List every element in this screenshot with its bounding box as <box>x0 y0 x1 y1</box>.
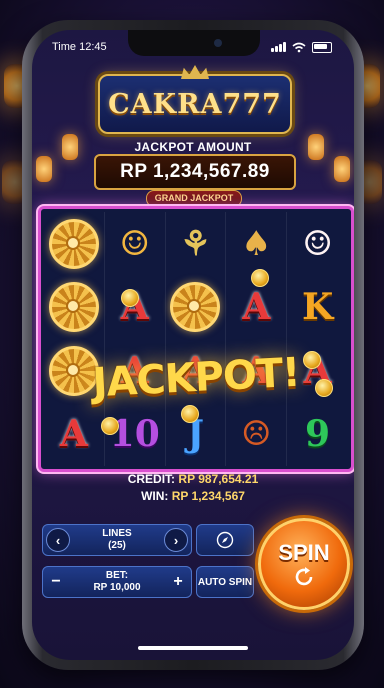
credit-value: RP 987,654.21 <box>178 472 259 486</box>
jackpot-label: JACKPOT AMOUNT <box>134 140 252 154</box>
coin-icon <box>181 405 199 423</box>
reel-cell: 10 <box>105 402 166 466</box>
lines-label: LINES <box>102 528 132 539</box>
auto-spin-button[interactable]: AUTO SPIN <box>196 566 254 598</box>
reel-cell: A <box>105 275 166 339</box>
reel-cell: ♠ <box>226 212 288 276</box>
reel-cell <box>44 275 105 339</box>
lines-decrease-button[interactable]: ‹ <box>46 528 70 552</box>
game-screen: Time 12:45 CAKRA777 JACKPOT AMOUNT RP 1,… <box>32 30 354 660</box>
lines-selector: ‹ LINES (25) › <box>42 524 192 556</box>
lantern-icon <box>334 156 350 182</box>
refresh-icon <box>295 567 313 586</box>
bet-decrease-button[interactable]: − <box>43 569 69 595</box>
reel-cell: K <box>287 276 348 340</box>
reel-cell <box>166 275 227 339</box>
battery-icon <box>312 41 332 53</box>
status-icons <box>271 41 332 53</box>
lines-value: (25) <box>108 540 126 551</box>
bet-label: BET: <box>105 570 129 581</box>
coin-icon <box>251 269 269 287</box>
phone-frame: Time 12:45 CAKRA777 JACKPOT AMOUNT RP 1,… <box>22 20 364 670</box>
dharma-wheel-icon <box>48 218 99 269</box>
lines-increase-button[interactable]: › <box>164 528 188 552</box>
crown-icon <box>181 65 209 79</box>
reel-cell: ☺ <box>105 212 166 276</box>
win-value: RP 1,234,567 <box>171 489 245 503</box>
golden-elephant-icon: ♠ <box>241 223 272 264</box>
home-indicator <box>138 646 248 650</box>
lucky-cat-icon: ☺ <box>302 223 333 264</box>
card-symbol: 9 <box>305 413 331 456</box>
spin-button[interactable]: SPIN <box>258 518 350 610</box>
credit-label: CREDIT: <box>127 472 176 486</box>
dancer-icon: ⚘ <box>180 223 211 264</box>
reel-cell: ☺ <box>287 212 348 276</box>
lines-text: LINES (25) <box>73 528 161 552</box>
credit-display: CREDIT: RP 987,654.21 <box>32 472 354 486</box>
wifi-icon <box>292 42 306 52</box>
reel-cell: ⚘ <box>166 212 227 276</box>
coin-icon <box>121 289 139 307</box>
dharma-wheel-icon <box>170 282 221 333</box>
bet-increase-button[interactable]: + <box>165 569 191 595</box>
reel-cell <box>44 212 105 276</box>
barong-mask-icon: ☹ <box>241 414 272 455</box>
reel-grid: ☺ ⚘ ♠ ☺ A A K A A A A A 10 J ☹ 9 <box>44 212 348 466</box>
bet-value: RP 10,000 <box>93 582 141 593</box>
signal-icon <box>271 42 286 52</box>
lantern-icon <box>36 156 52 182</box>
win-display: WIN: RP 1,234,567 <box>32 489 354 503</box>
coin-icon <box>101 417 119 435</box>
turbo-button[interactable] <box>196 524 254 556</box>
logo-text: CAKRA777 <box>108 88 282 120</box>
card-symbol: A <box>242 286 271 329</box>
status-bar: Time 12:45 <box>32 30 354 64</box>
card-symbol: K <box>301 286 334 329</box>
grand-jackpot-badge: GRAND JACKPOT <box>146 190 242 207</box>
game-logo: CAKRA777 <box>98 65 292 134</box>
reel-cell: 9 <box>287 403 348 467</box>
card-symbol: A <box>59 413 88 456</box>
win-label: WIN: <box>141 489 169 503</box>
bet-text: BET: RP 10,000 <box>69 570 165 594</box>
laughing-buddha-icon: ☺ <box>119 223 150 264</box>
dharma-wheel-icon <box>48 282 99 333</box>
status-time: Time 12:45 <box>52 41 107 53</box>
reel-cell: A <box>44 402 105 466</box>
jackpot-amount: RP 1,234,567.89 <box>94 154 296 190</box>
spin-label: SPIN <box>278 540 330 565</box>
reel-area: ☺ ⚘ ♠ ☺ A A K A A A A A 10 J ☹ 9 JACKPOT! <box>38 206 354 472</box>
bet-selector: − BET: RP 10,000 + <box>42 566 192 598</box>
reel-cell: ☹ <box>226 402 288 466</box>
compass-icon <box>216 531 234 549</box>
